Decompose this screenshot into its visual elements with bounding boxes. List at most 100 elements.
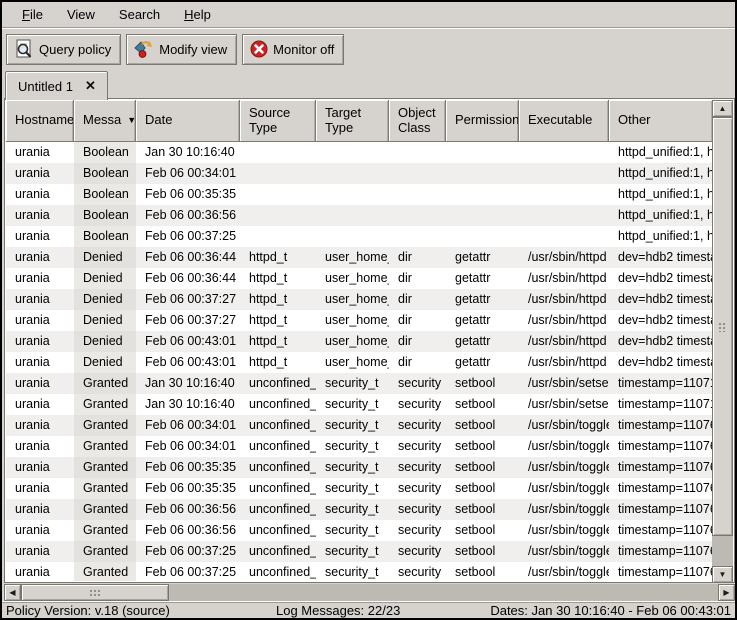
table-row[interactable]: uraniaDeniedFeb 06 00:36:44httpd_tuser_h… [6, 268, 713, 289]
cell-source-type [240, 163, 316, 184]
table-row[interactable]: uraniaBooleanFeb 06 00:34:01httpd_unifie… [6, 163, 713, 184]
menu-file[interactable]: File [10, 4, 55, 25]
table-row[interactable]: uraniaGrantedFeb 06 00:35:35unconfined_s… [6, 457, 713, 478]
column-header-date[interactable]: Date [136, 100, 240, 142]
menu-help[interactable]: Help [172, 4, 223, 25]
cell-target-type [316, 163, 389, 184]
cell-executable: /usr/sbin/httpd [519, 352, 609, 373]
column-header-hostname[interactable]: Hostname [6, 100, 74, 142]
cell-date: Feb 06 00:36:56 [136, 205, 240, 226]
table-row[interactable]: uraniaGrantedFeb 06 00:37:25unconfined_s… [6, 541, 713, 562]
cell-target-type: security_t [316, 415, 389, 436]
vertical-scrollbar-thumb[interactable] [712, 117, 733, 536]
cell-target-type: security_t [316, 436, 389, 457]
scroll-right-button[interactable]: ▶ [718, 584, 735, 601]
cell-date: Jan 30 10:16:40 [136, 373, 240, 394]
cell-executable [519, 142, 609, 163]
column-header-source-type[interactable]: Source Type [240, 100, 316, 142]
table-row[interactable]: uraniaDeniedFeb 06 00:43:01httpd_tuser_h… [6, 352, 713, 373]
table-row[interactable]: uraniaGrantedFeb 06 00:36:56unconfined_s… [6, 499, 713, 520]
cell-permission: getattr [446, 331, 519, 352]
scrollbar-grip-icon [89, 589, 101, 596]
cell-target-type: security_t [316, 457, 389, 478]
cell-date: Feb 06 00:34:01 [136, 163, 240, 184]
cell-source-type: unconfined_ [240, 520, 316, 541]
monitor-off-button[interactable]: Monitor off [242, 34, 344, 65]
cell-other: dev=hdb2 timesta [609, 268, 713, 289]
table-row[interactable]: uraniaGrantedFeb 06 00:34:01unconfined_s… [6, 415, 713, 436]
toolbar: Query policy Modify view Mo [2, 30, 735, 68]
menu-search[interactable]: Search [107, 4, 172, 25]
query-policy-icon [13, 38, 35, 60]
column-header-permission[interactable]: Permission [446, 100, 519, 142]
modify-view-button[interactable]: Modify view [126, 34, 237, 65]
query-policy-button[interactable]: Query policy [6, 34, 121, 65]
cell-other: timestamp=11076 [609, 457, 713, 478]
cell-date: Feb 06 00:36:56 [136, 520, 240, 541]
column-header-messa[interactable]: Messa▼ [74, 100, 136, 142]
cell-object-class: security [389, 373, 446, 394]
cell-source-type: httpd_t [240, 247, 316, 268]
cell-object-class [389, 184, 446, 205]
close-icon: ✕ [85, 78, 96, 94]
cell-messa: Boolean [74, 205, 136, 226]
cell-messa: Boolean [74, 163, 136, 184]
cell-date: Feb 06 00:43:01 [136, 331, 240, 352]
vertical-scrollbar[interactable]: ▲ ▼ [712, 100, 733, 583]
table-row[interactable]: uraniaGrantedFeb 06 00:35:35unconfined_s… [6, 478, 713, 499]
monitor-off-label: Monitor off [273, 42, 334, 57]
cell-source-type [240, 205, 316, 226]
column-header-other[interactable]: Other [609, 100, 713, 142]
cell-executable: /usr/sbin/toggle [519, 562, 609, 581]
cell-source-type: httpd_t [240, 331, 316, 352]
table-row[interactable]: uraniaDeniedFeb 06 00:37:27httpd_tuser_h… [6, 289, 713, 310]
cell-hostname: urania [6, 520, 74, 541]
cell-messa: Denied [74, 268, 136, 289]
cell-other: timestamp=11076 [609, 436, 713, 457]
table-row[interactable]: uraniaBooleanJan 30 10:16:40httpd_unifie… [6, 142, 713, 163]
cell-object-class [389, 163, 446, 184]
scroll-right-icon: ▶ [723, 588, 729, 597]
cell-other: dev=hdb2 timesta [609, 352, 713, 373]
table-row[interactable]: uraniaGrantedFeb 06 00:36:56unconfined_s… [6, 520, 713, 541]
cell-date: Feb 06 00:34:01 [136, 436, 240, 457]
cell-target-type: user_home_ [316, 331, 389, 352]
table-row[interactable]: uraniaDeniedFeb 06 00:36:44httpd_tuser_h… [6, 247, 713, 268]
tab-close-button[interactable]: ✕ [81, 77, 100, 96]
cell-target-type: security_t [316, 499, 389, 520]
table-row[interactable]: uraniaBooleanFeb 06 00:37:25httpd_unifie… [6, 226, 713, 247]
column-header-executable[interactable]: Executable [519, 100, 609, 142]
scroll-down-button[interactable]: ▼ [712, 566, 733, 583]
horizontal-scrollbar[interactable]: ◀ ▶ [4, 584, 735, 601]
table-row[interactable]: uraniaDeniedFeb 06 00:43:01httpd_tuser_h… [6, 331, 713, 352]
table-row[interactable]: uraniaGrantedFeb 06 00:34:01unconfined_s… [6, 436, 713, 457]
cell-target-type: user_home_ [316, 268, 389, 289]
column-header-object-class[interactable]: Object Class [389, 100, 446, 142]
scroll-down-icon: ▼ [719, 570, 727, 579]
cell-messa: Denied [74, 331, 136, 352]
horizontal-scrollbar-thumb[interactable] [21, 584, 169, 601]
cell-other: timestamp=11071 [609, 373, 713, 394]
cell-object-class: security [389, 436, 446, 457]
table-row[interactable]: uraniaBooleanFeb 06 00:36:56httpd_unifie… [6, 205, 713, 226]
scroll-up-button[interactable]: ▲ [712, 100, 733, 117]
cell-permission: setbool [446, 373, 519, 394]
menu-view[interactable]: View [55, 4, 107, 25]
table-row[interactable]: uraniaGrantedFeb 06 00:37:25unconfined_s… [6, 562, 713, 581]
scroll-left-button[interactable]: ◀ [4, 584, 21, 601]
table-row[interactable]: uraniaGrantedJan 30 10:16:40unconfined_s… [6, 394, 713, 415]
table-row[interactable]: uraniaDeniedFeb 06 00:37:27httpd_tuser_h… [6, 310, 713, 331]
table-row[interactable]: uraniaBooleanFeb 06 00:35:35httpd_unifie… [6, 184, 713, 205]
cell-target-type: user_home_ [316, 289, 389, 310]
table-row[interactable]: uraniaGrantedJan 30 10:16:40unconfined_s… [6, 373, 713, 394]
tab-untitled-1[interactable]: Untitled 1 ✕ [5, 71, 108, 100]
cell-executable [519, 226, 609, 247]
cell-hostname: urania [6, 394, 74, 415]
cell-source-type: httpd_t [240, 352, 316, 373]
cell-hostname: urania [6, 352, 74, 373]
cell-messa: Granted [74, 499, 136, 520]
cell-object-class [389, 226, 446, 247]
monitor-off-icon [249, 39, 269, 59]
column-header-target-type[interactable]: Target Type [316, 100, 389, 142]
cell-date: Feb 06 00:35:35 [136, 184, 240, 205]
